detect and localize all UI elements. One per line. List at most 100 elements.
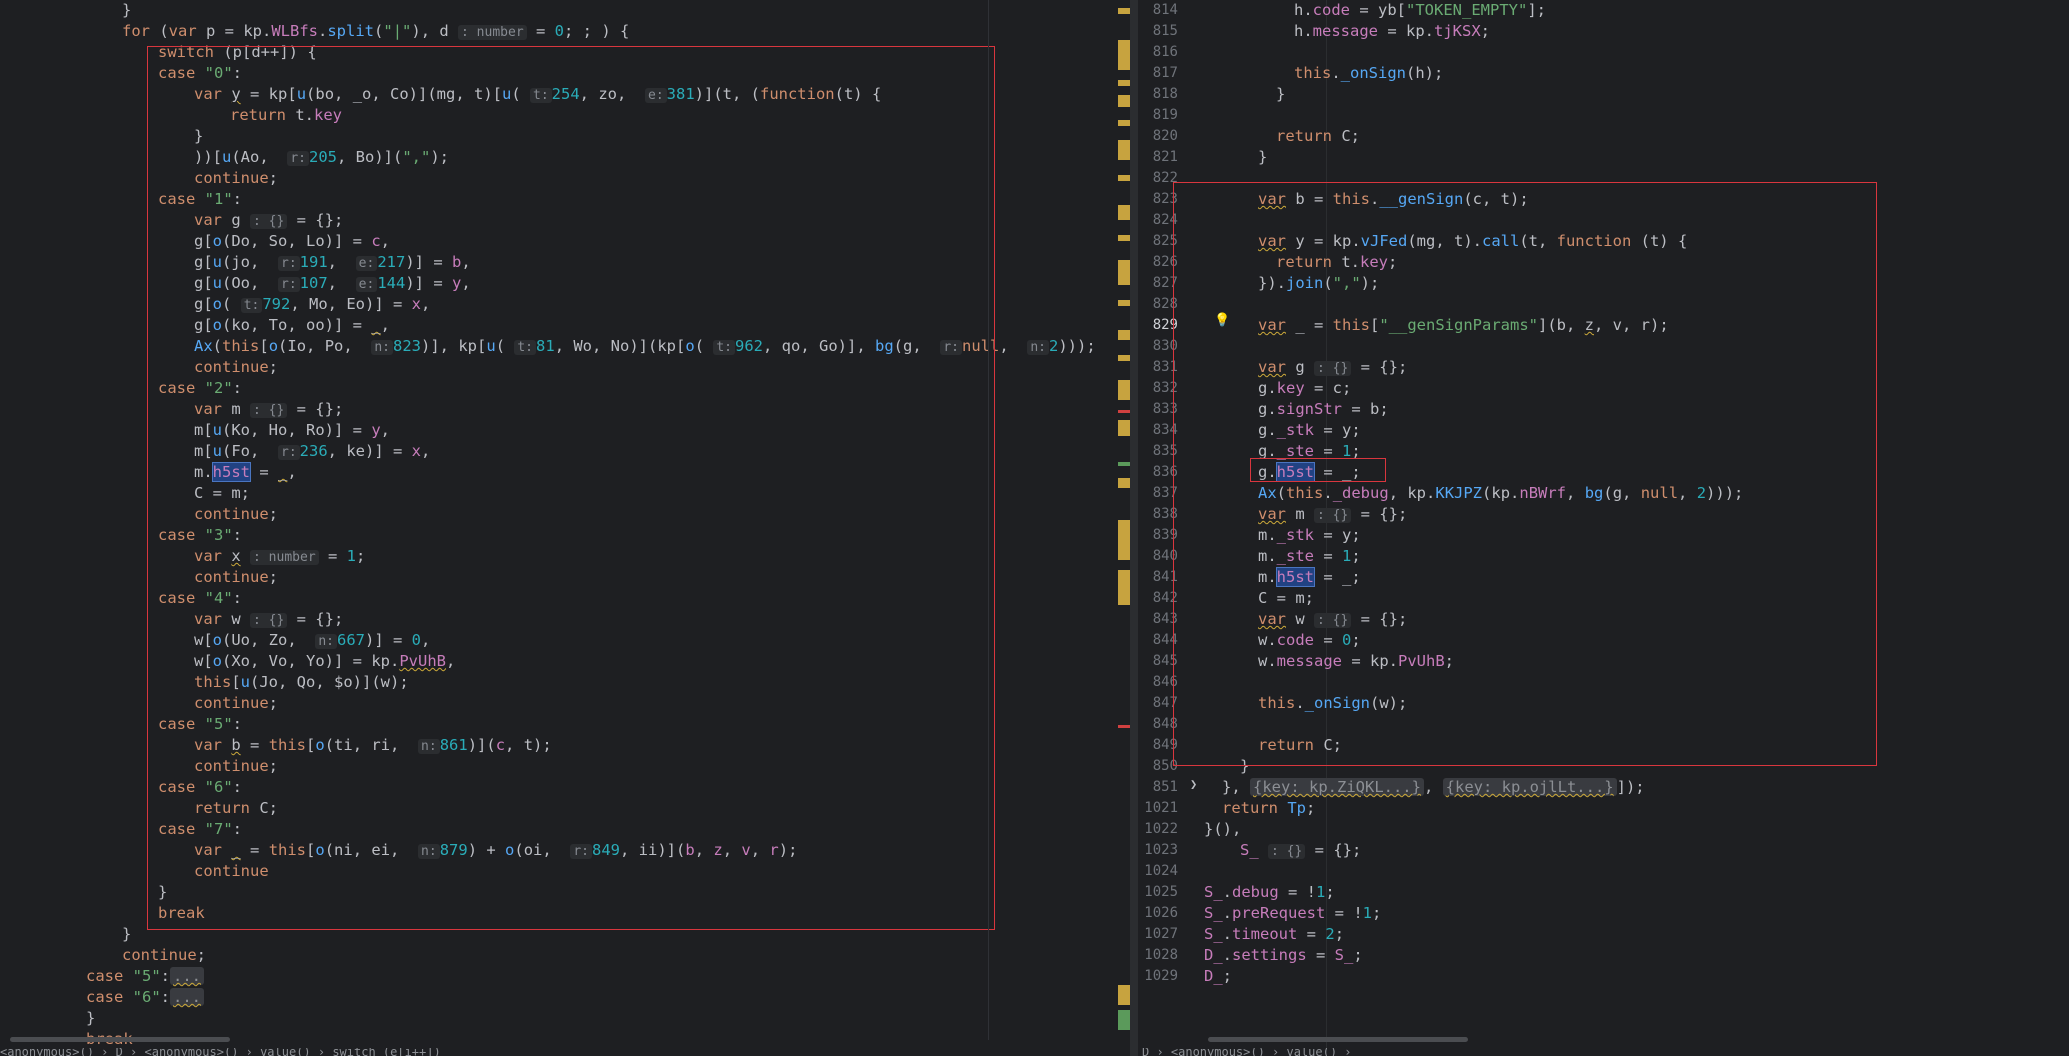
line-number: 1027 [1144, 926, 1178, 942]
code-line: g[o(ko, To, oo)] = _, [194, 316, 391, 334]
folded-block[interactable]: {key: kp.ZiQKL...} [1250, 778, 1424, 796]
breadcrumb[interactable]: D › <anonymous>() › value() › [1142, 1048, 2062, 1056]
code-line: continue [194, 862, 269, 880]
code-line-current: var _ = this["__genSignParams"](b, z, v,… [1258, 316, 1669, 334]
code-line: g.key = c; [1258, 379, 1352, 397]
code-line: continue; [194, 169, 278, 187]
breadcrumb[interactable]: <anonymous>() › D › <anonymous>() › valu… [0, 1048, 1130, 1056]
code-line: m[u(Ko, Ho, Ro)] = y, [194, 421, 391, 439]
code-line: var x : number = 1; [194, 547, 366, 565]
right-editor-pane[interactable]: 814 815 816 817 818 819 820 821 822 823 … [1138, 0, 2069, 1050]
code-line: case "6": [158, 778, 243, 796]
code-line: w[o(Xo, Vo, Yo)] = kp.PvUhB, [194, 652, 456, 670]
line-number: 816 [1152, 44, 1178, 60]
code-line: S_ : {} = {}; [1240, 841, 1362, 859]
code-line: return C; [1258, 736, 1342, 754]
code-line: }(), [1204, 820, 1242, 838]
code-line: } [122, 1, 132, 19]
code-line: w.code = 0; [1258, 631, 1361, 649]
code-line: }, {key: kp.ZiQKL...}, {key: kp.ojlLt...… [1222, 778, 1645, 796]
code-line: var _ = this[o(ni, ei, n: 879) + o(oi, r:… [194, 841, 798, 859]
line-number: 820 [1152, 128, 1178, 144]
line-number: 1029 [1144, 968, 1178, 984]
line-number: 1025 [1144, 884, 1178, 900]
line-number: 819 [1152, 107, 1178, 123]
line-number: 1026 [1144, 905, 1178, 921]
code-line: continue; [194, 505, 278, 523]
code-line: case "1": [158, 190, 243, 208]
code-line: continue; [194, 568, 278, 586]
code-line: g.signStr = b; [1258, 400, 1389, 418]
code-line: var y = kp.vJFed(mg, t).call(t, function… [1258, 232, 1688, 250]
code-line: var b = this[o(ti, ri, n: 861)](c, t); [194, 736, 552, 754]
code-line: w[o(Uo, Zo, n: 667)] = 0, [194, 631, 431, 649]
code-line: case "6":... [86, 987, 205, 1008]
line-number: 830 [1152, 338, 1178, 354]
pane-divider[interactable] [1130, 0, 1138, 1056]
code-line: return t.key; [1276, 253, 1398, 271]
lightbulb-icon[interactable]: 💡 [1214, 313, 1230, 328]
code-line: return t.key [230, 106, 342, 124]
code-line: C = m; [194, 484, 250, 502]
line-number: 814 [1152, 2, 1178, 18]
line-number: 817 [1152, 65, 1178, 81]
line-number: 851 [1152, 779, 1178, 795]
code-line: m._ste = 1; [1258, 547, 1361, 565]
line-number: 835 [1152, 443, 1178, 459]
code-line: this[u(Jo, Qo, $o)](w); [194, 673, 409, 691]
code-line: D_.settings = S_; [1204, 946, 1363, 964]
line-number: 831 [1152, 359, 1178, 375]
left-editor-pane[interactable]: } for (var p = kp.WLBfs.split("|"), d : … [0, 0, 1130, 1050]
line-number: 850 [1152, 758, 1178, 774]
code-line: case "2": [158, 379, 243, 397]
code-line: m[u(Fo, r: 236, ke)] = x, [194, 442, 431, 460]
code-line: case "5":... [86, 966, 205, 987]
line-number: 832 [1152, 380, 1178, 396]
line-number: 1021 [1144, 800, 1178, 816]
folded-block[interactable]: {key: kp.ojlLt...} [1442, 778, 1617, 796]
code-line: continue; [194, 358, 278, 376]
code-line: switch (p[d++]) { [158, 43, 317, 61]
line-number: 849 [1152, 737, 1178, 753]
line-number: 834 [1152, 422, 1178, 438]
code-line: break [158, 904, 205, 922]
code-line: var m : {} = {}; [194, 400, 344, 418]
line-number: 846 [1152, 674, 1178, 690]
line-number: 837 [1152, 485, 1178, 501]
code-line: var w : {} = {}; [1258, 610, 1408, 628]
code-line: Ax(this[o(Io, Po, n: 823)], kp[u( t: 81, W… [194, 337, 1096, 355]
folded-block[interactable]: ... [170, 967, 205, 985]
code-line: g._stk = y; [1258, 421, 1361, 439]
code-line: this._onSign(h); [1294, 64, 1444, 82]
code-line: case "4": [158, 589, 243, 607]
code-line: g[o(Do, So, Lo)] = c, [194, 232, 391, 250]
code-line: case "3": [158, 526, 243, 544]
code-line: g[u(jo, r: 191, e: 217)] = b, [194, 253, 471, 271]
code-line: g[u(Oo, r: 107, e: 144)] = y, [194, 274, 471, 292]
horizontal-scrollbar[interactable] [1208, 1037, 1468, 1042]
code-line: m.h5st = _, [194, 462, 297, 482]
code-line: } [86, 1009, 96, 1027]
line-number: 827 [1152, 275, 1178, 291]
error-stripe[interactable] [1118, 0, 1130, 1040]
line-number: 1023 [1144, 842, 1178, 858]
line-number: 840 [1152, 548, 1178, 564]
line-number: 848 [1152, 716, 1178, 732]
line-number: 844 [1152, 632, 1178, 648]
chevron-right-icon[interactable]: ❯ [1190, 777, 1197, 791]
line-number: 823 [1152, 191, 1178, 207]
code-line: h.code = yb["TOKEN_EMPTY"]; [1294, 1, 1546, 19]
code-line: var w : {} = {}; [194, 610, 344, 628]
code-line: g.h5st = _; [1258, 462, 1361, 482]
code-line: w.message = kp.PvUhB; [1258, 652, 1455, 670]
horizontal-scrollbar[interactable] [10, 1037, 230, 1042]
line-number-current: 829 [1152, 317, 1178, 333]
code-line: var m : {} = {}; [1258, 505, 1408, 523]
code-line: return C; [1276, 127, 1360, 145]
line-number: 833 [1152, 401, 1178, 417]
code-line: D_; [1204, 967, 1233, 985]
folded-block[interactable]: ... [170, 988, 205, 1006]
code-line: var y = kp[u(bo, _o, Co)](mg, t)[u( t: 25… [194, 85, 882, 103]
code-line: continue; [194, 757, 278, 775]
code-line: ))[u(Ao, r: 205, Bo)](","); [194, 148, 449, 166]
